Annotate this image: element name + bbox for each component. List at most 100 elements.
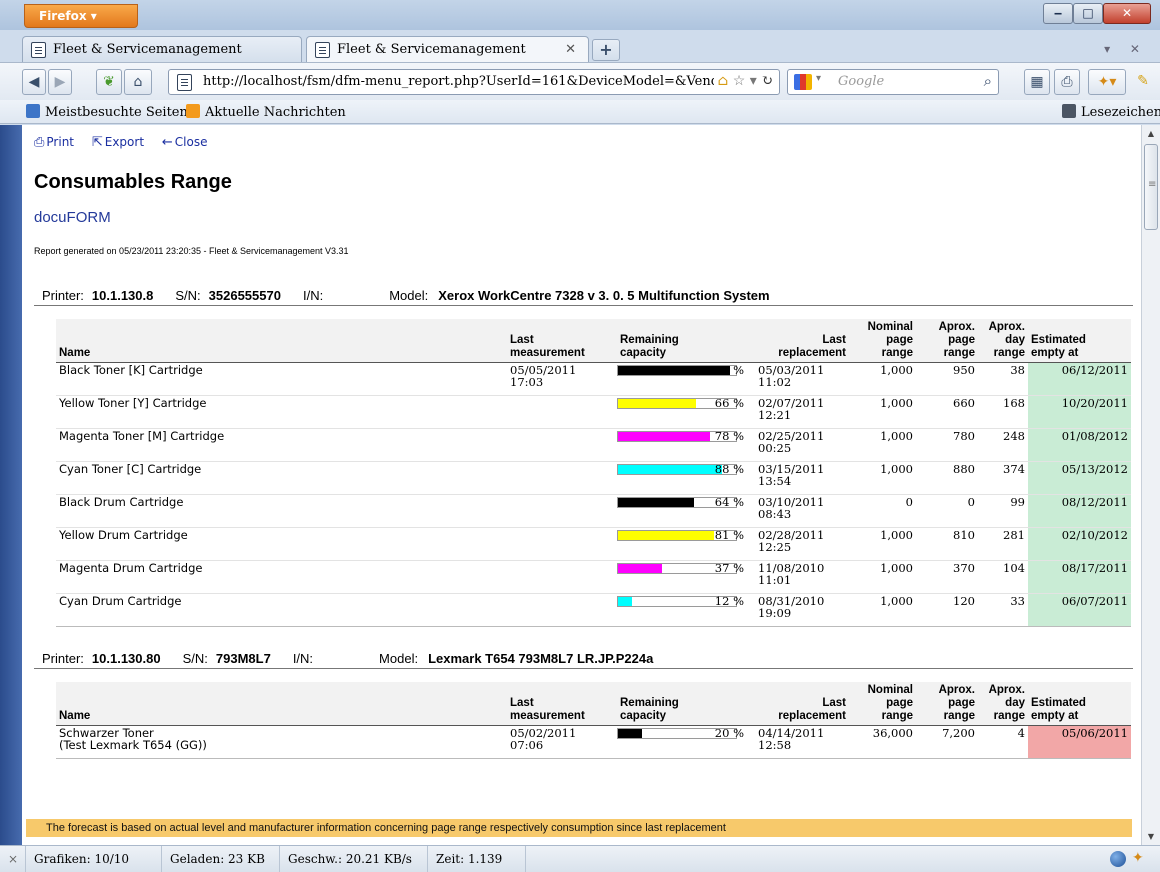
tab-close-icon[interactable]: ✕ — [565, 42, 576, 57]
forward-button[interactable]: ▶ — [48, 69, 72, 95]
bookmark-news[interactable]: Aktuelle Nachrichten — [186, 104, 346, 120]
tab-list-icons[interactable]: ▾ ✕ — [1104, 42, 1148, 56]
minimize-button[interactable]: ‒ — [1043, 3, 1073, 24]
generated-info: Report generated on 05/23/2011 23:20:35 … — [34, 246, 349, 256]
addon-icon[interactable]: ✦▾ — [1088, 69, 1126, 95]
printer-divider — [34, 305, 1133, 306]
tab-1[interactable]: Fleet & Servicemanagement — [22, 36, 302, 63]
consumable-name: Black Toner [K] Cartridge — [56, 362, 507, 396]
tab-2[interactable]: Fleet & Servicemanagement ✕ — [306, 36, 589, 63]
scroll-thumb[interactable] — [1144, 144, 1158, 230]
search-bar[interactable]: ▾ Google ⌕ — [787, 69, 999, 95]
bookmarks-toolbar: Meistbesuchte Seiten Aktuelle Nachrichte… — [0, 100, 1160, 124]
last-measurement — [507, 494, 617, 528]
addon-status-icon[interactable]: ✦ — [1132, 850, 1144, 866]
estimated-empty: 06/12/2011 — [1028, 362, 1131, 396]
col-remaining: Remaining capacity — [617, 682, 748, 726]
firefox-menu-button[interactable]: Firefox ▾ — [24, 4, 138, 28]
globe-icon — [26, 104, 40, 118]
aprox-page-range: 7,200 — [916, 725, 978, 759]
aprox-page-range: 370 — [916, 560, 978, 594]
aprox-page-range: 880 — [916, 461, 978, 495]
globe-status-icon[interactable] — [1110, 851, 1126, 867]
table-row: Black Drum Cartridge 64 % 03/10/2011 08:43 0… — [56, 494, 1131, 528]
estimated-empty: 01/08/2012 — [1028, 428, 1131, 462]
table-header-row: Name Last measurement Remaining capacity Last… — [56, 682, 1131, 726]
col-last-measurement: Last measurement — [507, 319, 617, 363]
report-actions: ⎙ Print ⇱ Export ← Close — [34, 135, 221, 150]
printer-model: Lexmark T654 793M8L7 LR.JP.P224a — [428, 651, 654, 666]
leaf-addon-icon[interactable]: ❦ — [96, 69, 122, 95]
last-replacement: 20 % 04/14/2011 12:58 — [715, 725, 854, 759]
last-measurement — [507, 593, 617, 627]
consumable-name: Yellow Toner [Y] Cartridge — [56, 395, 507, 429]
aprox-page-range: 950 — [916, 362, 978, 396]
chevron-down-icon[interactable]: ▾ — [816, 73, 821, 84]
scroll-down-icon[interactable]: ▼ — [1142, 828, 1160, 845]
capacity-percent: 37 % — [714, 561, 744, 575]
printer-label: Printer: — [42, 288, 84, 303]
table-row: Yellow Drum Cartridge 81 % 02/28/2011 12:25… — [56, 527, 1131, 561]
consumable-name: Magenta Toner [M] Cartridge — [56, 428, 507, 462]
consumable-name: Cyan Drum Cartridge — [56, 593, 507, 627]
maximize-button[interactable]: □ — [1073, 3, 1103, 24]
last-measurement — [507, 428, 617, 462]
url-bar[interactable]: http://localhost/fsm/dfm-menu_report.php… — [168, 69, 780, 95]
scroll-up-icon[interactable]: ▲ — [1142, 125, 1160, 142]
export-icon: ⇱ — [91, 135, 103, 150]
printer-icon[interactable]: ⎙ — [1054, 69, 1080, 95]
window-titlebar: Firefox ▾ ‒ □ ✕ — [0, 0, 1160, 30]
last-measurement — [507, 395, 617, 429]
last-replacement: 88 % 03/15/2011 13:54 — [715, 461, 854, 495]
last-replacement: 37 % 11/08/2010 11:01 — [715, 560, 854, 594]
tab-title: Fleet & Servicemanagement — [337, 42, 526, 57]
grid-icon[interactable]: ▦ — [1024, 69, 1050, 95]
consumable-name: Schwarzer Toner (Test Lexmark T654 (GG)) — [56, 725, 507, 759]
capacity-percent: 12 % — [714, 594, 744, 608]
capacity-percent: 81 % — [714, 528, 744, 542]
tag-icon[interactable]: ✎ — [1130, 69, 1156, 95]
aprox-page-range: 0 — [916, 494, 978, 528]
table-row: Schwarzer Toner (Test Lexmark T654 (GG)) 0… — [56, 725, 1131, 759]
back-button[interactable]: ◀ — [22, 69, 46, 95]
col-estimated: Estimated empty at — [1028, 319, 1131, 363]
home-icon[interactable]: ⌂ — [124, 69, 152, 95]
capacity-percent: 95 % — [714, 363, 744, 377]
consumables-table: Name Last measurement Remaining capacity Last… — [56, 319, 1131, 627]
search-placeholder: Google — [838, 74, 885, 89]
printer-header: Printer: 10.1.130.80 S/N: 793M8L7 I/N: Model:… — [42, 651, 653, 666]
forecast-note: The forecast is based on actual level an… — [26, 819, 1132, 837]
vertical-scrollbar[interactable]: ▲ ▼ — [1141, 125, 1160, 845]
bookmarks-menu[interactable]: Lesezeichen — [1062, 104, 1160, 120]
export-link[interactable]: ⇱ Export — [91, 135, 144, 150]
estimated-empty: 05/06/2011 — [1028, 725, 1131, 759]
capacity-percent: 66 % — [714, 396, 744, 410]
capacity-fill — [618, 729, 642, 738]
col-last-replacement: Last replacement — [748, 319, 854, 363]
aprox-day-range: 104 — [978, 560, 1028, 594]
bookmark-most-visited[interactable]: Meistbesuchte Seiten — [26, 104, 188, 120]
status-images: Grafiken: 10/10 — [26, 846, 162, 872]
aprox-day-range: 99 — [978, 494, 1028, 528]
aprox-page-range: 810 — [916, 527, 978, 561]
printer-header: Printer: 10.1.130.8 S/N: 3526555570 I/N: Mode… — [42, 288, 770, 303]
aprox-page-range: 120 — [916, 593, 978, 627]
url-bar-icons[interactable]: ⌂ ☆ ▾ ↻ — [713, 73, 773, 89]
close-window-button[interactable]: ✕ — [1103, 3, 1151, 24]
arrow-left-icon: ← — [161, 135, 173, 150]
new-tab-button[interactable]: + — [592, 39, 620, 61]
status-close-icon[interactable]: × — [0, 846, 26, 872]
page-content: ⎙ Print ⇱ Export ← Close Consumables Range … — [22, 125, 1141, 845]
page-title: Consumables Range — [34, 171, 232, 193]
consumable-name: Black Drum Cartridge — [56, 494, 507, 528]
google-icon[interactable] — [794, 74, 812, 90]
close-link[interactable]: ← Close — [161, 135, 208, 150]
status-time: Zeit: 1.139 — [428, 846, 526, 872]
estimated-empty: 05/13/2012 — [1028, 461, 1131, 495]
sidebar-strip — [0, 125, 22, 845]
aprox-day-range: 281 — [978, 527, 1028, 561]
last-measurement — [507, 527, 617, 561]
print-link[interactable]: ⎙ Print — [34, 135, 74, 150]
search-icon[interactable]: ⌕ — [984, 72, 992, 90]
consumable-name: Yellow Drum Cartridge — [56, 527, 507, 561]
